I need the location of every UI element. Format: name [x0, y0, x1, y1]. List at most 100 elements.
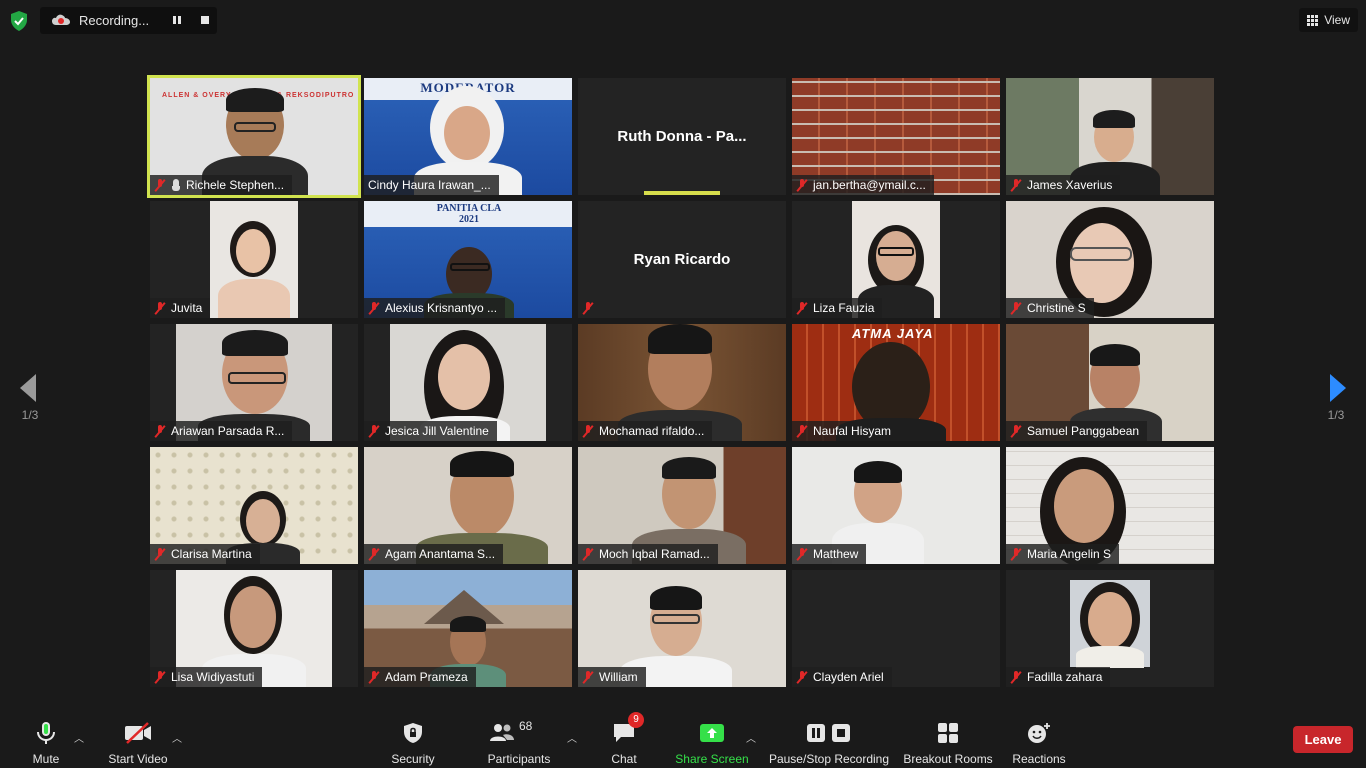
participant-tile[interactable]: Fadilla zahara — [1006, 570, 1214, 687]
audio-options-caret-icon[interactable]: ︿ — [74, 730, 84, 745]
participant-name: Clayden Ariel — [813, 670, 884, 684]
virtual-background-banner: PANITIA CLA 2021 — [436, 203, 502, 225]
participant-name: Juvita — [171, 301, 203, 315]
participant-name-bar: Adam Prameza — [364, 667, 476, 687]
participant-tile[interactable]: James Xaverius — [1006, 78, 1214, 195]
grid-view-icon — [1307, 14, 1319, 26]
participant-tile[interactable]: Lisa Widiyastuti — [150, 570, 358, 687]
arrow-right-icon — [1330, 374, 1346, 402]
participant-tile[interactable]: Ryan Ricardo — [578, 201, 786, 318]
start-video-button[interactable]: Start Video — [104, 706, 172, 768]
participant-name-bar: Mochamad rifaldo... — [578, 421, 713, 441]
participants-count: 68 — [519, 719, 533, 733]
participant-name: Agam Anantama S... — [385, 547, 496, 561]
participant-video — [210, 201, 298, 318]
participant-name-bar: Fadilla zahara — [1006, 667, 1111, 687]
pause-stop-recording-button[interactable]: Pause/Stop Recording — [768, 706, 890, 768]
participant-name: Samuel Panggabean — [1027, 424, 1140, 438]
security-button[interactable]: Security — [388, 706, 438, 768]
participant-name: Adam Prameza — [385, 670, 468, 684]
participant-name-bar: Liza Fauzia — [792, 298, 883, 318]
participant-tile[interactable]: Agam Anantama S... — [364, 447, 572, 564]
muted-mic-icon — [154, 547, 166, 561]
pause-stop-recording-icon — [807, 724, 850, 742]
reactions-button[interactable]: Reactions — [1010, 706, 1068, 768]
arrow-left-icon — [20, 374, 36, 402]
participant-tile[interactable]: Clayden Ariel — [792, 570, 1000, 687]
participant-tile[interactable]: Moch Iqbal Ramad... — [578, 447, 786, 564]
muted-mic-icon — [796, 670, 808, 684]
participant-name-bar: jan.bertha@ymail.c... — [792, 175, 934, 195]
participants-icon — [490, 724, 514, 741]
participant-name: Ariawan Parsada R... — [171, 424, 285, 438]
participant-tile[interactable]: William — [578, 570, 786, 687]
participant-tile[interactable]: Samuel Panggabean — [1006, 324, 1214, 441]
reactions-label: Reactions — [1012, 752, 1066, 766]
participant-name: Maria Angelin S — [1027, 547, 1112, 561]
participant-tile[interactable]: Clarisa Martina — [150, 447, 358, 564]
muted-mic-icon — [1010, 670, 1022, 684]
share-screen-button[interactable]: Share Screen — [674, 706, 750, 768]
participant-tile[interactable]: ALLEN & OVERY ROSIANG & REKSODIPUTRO Ric… — [147, 75, 361, 198]
participant-name: Matthew — [813, 547, 859, 561]
mute-label: Mute — [32, 752, 60, 766]
participant-tile[interactable]: jan.bertha@ymail.c... — [792, 78, 1000, 195]
participants-options-caret-icon[interactable]: ︿ — [567, 730, 577, 745]
start-video-label: Start Video — [108, 752, 168, 766]
participant-tile[interactable]: Ruth Donna - Pa... — [578, 78, 786, 195]
participant-tile[interactable]: ATMA JAYA Naufal Hisyam — [792, 324, 1000, 441]
participant-name: Cindy Haura Irawan_... — [368, 178, 491, 192]
pause-recording-icon[interactable] — [170, 13, 184, 27]
participant-name-bar: Jesica Jill Valentine — [364, 421, 497, 441]
view-label: View — [1324, 13, 1350, 27]
participant-name: Alexius Krisnantyo ... — [385, 301, 498, 315]
raised-hand-icon — [171, 179, 181, 191]
participant-tile[interactable]: PANITIA CLA 2021 Alexius Krisnantyo ... — [364, 201, 572, 318]
participant-tile[interactable]: Ariawan Parsada R... — [150, 324, 358, 441]
breakout-rooms-button[interactable]: Breakout Rooms — [902, 706, 994, 768]
virtual-background-banner: ATMA JAYA — [852, 326, 934, 341]
gallery-view: ALLEN & OVERY ROSIANG & REKSODIPUTRO Ric… — [147, 75, 1214, 687]
muted-mic-icon — [796, 301, 808, 315]
participant-name-bar: Moch Iqbal Ramad... — [578, 544, 718, 564]
pause-stop-recording-label: Pause/Stop Recording — [768, 752, 890, 766]
participant-tile[interactable]: MODERATOR Cindy Haura Irawan_... — [364, 78, 572, 195]
meeting-toolbar: Mute ︿ Start Video ︿ Security 68 Partici… — [0, 706, 1366, 768]
mute-button[interactable]: Mute — [26, 706, 66, 768]
chat-button[interactable]: 9 Chat — [604, 706, 644, 768]
top-bar: Recording... View — [0, 0, 1366, 42]
view-button[interactable]: View — [1299, 8, 1358, 32]
chat-label: Chat — [611, 752, 637, 766]
participant-name: Liza Fauzia — [813, 301, 875, 315]
muted-mic-icon — [582, 547, 594, 561]
participant-tile[interactable]: Liza Fauzia — [792, 201, 1000, 318]
participant-video — [1070, 580, 1150, 668]
participant-tile[interactable]: Maria Angelin S — [1006, 447, 1214, 564]
participant-display-name: Ryan Ricardo — [633, 251, 731, 268]
leave-button[interactable]: Leave — [1293, 726, 1353, 753]
share-options-caret-icon[interactable]: ︿ — [746, 730, 756, 745]
participant-tile[interactable]: Juvita — [150, 201, 358, 318]
page-indicator-right: 1/3 — [1327, 408, 1345, 422]
participant-tile[interactable]: Mochamad rifaldo... — [578, 324, 786, 441]
next-page-button[interactable]: 1/3 — [1316, 360, 1356, 430]
muted-mic-icon — [368, 301, 380, 315]
muted-mic-icon — [1010, 424, 1022, 438]
participant-name-bar: Clarisa Martina — [150, 544, 260, 564]
encryption-shield-icon[interactable] — [10, 11, 28, 31]
muted-mic-icon — [368, 424, 380, 438]
participants-label: Participants — [487, 752, 551, 766]
participant-tile[interactable]: Jesica Jill Valentine — [364, 324, 572, 441]
participant-tile[interactable]: Matthew — [792, 447, 1000, 564]
muted-mic-icon — [154, 670, 166, 684]
participant-tile[interactable]: Christine S — [1006, 201, 1214, 318]
previous-page-button[interactable]: 1/3 — [10, 360, 50, 430]
video-options-caret-icon[interactable]: ︿ — [172, 730, 182, 745]
participant-tile[interactable]: Adam Prameza — [364, 570, 572, 687]
breakout-rooms-icon — [938, 723, 958, 743]
stop-recording-icon[interactable] — [198, 13, 212, 27]
participant-name-bar: Agam Anantama S... — [364, 544, 504, 564]
participants-button[interactable]: 68 Participants — [484, 706, 554, 768]
muted-mic-icon — [154, 424, 166, 438]
share-screen-icon — [700, 724, 724, 742]
